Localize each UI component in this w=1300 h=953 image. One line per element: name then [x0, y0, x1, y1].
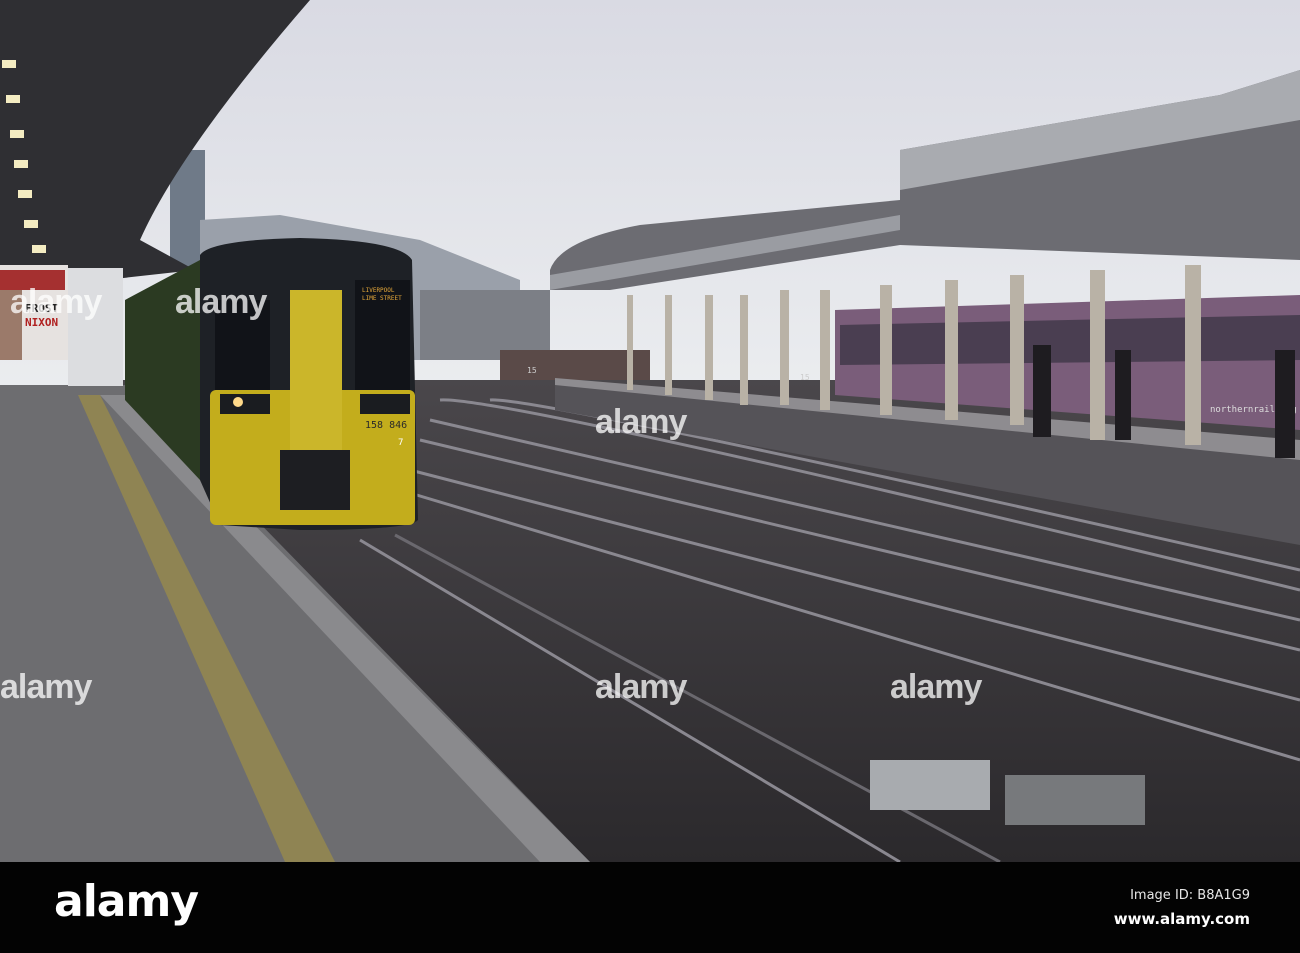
- train-headlight: [233, 397, 243, 407]
- alamy-logo: alamy: [54, 876, 199, 927]
- watermark: alamy: [175, 283, 267, 321]
- platform-marker: 15: [527, 366, 537, 375]
- car-number: 7: [398, 438, 403, 448]
- watermark: alamy: [0, 668, 92, 706]
- watermark: alamy: [10, 283, 102, 321]
- destination-display: LIVERPOOL: [362, 287, 395, 294]
- watermark: alamy: [890, 668, 982, 706]
- watermark: alamy: [595, 403, 687, 441]
- footer-bar: alamy Image ID: B8A1G9 www.alamy.com: [0, 862, 1300, 953]
- destination-display: LIME STREET: [362, 295, 402, 302]
- image-id: Image ID: B8A1G9: [1130, 888, 1250, 903]
- train-number: 158 846: [365, 420, 407, 431]
- signal-box: [870, 760, 990, 810]
- site-url[interactable]: www.alamy.com: [1114, 910, 1250, 928]
- platform-marker: 15: [800, 373, 810, 382]
- watermark: alamy: [595, 668, 687, 706]
